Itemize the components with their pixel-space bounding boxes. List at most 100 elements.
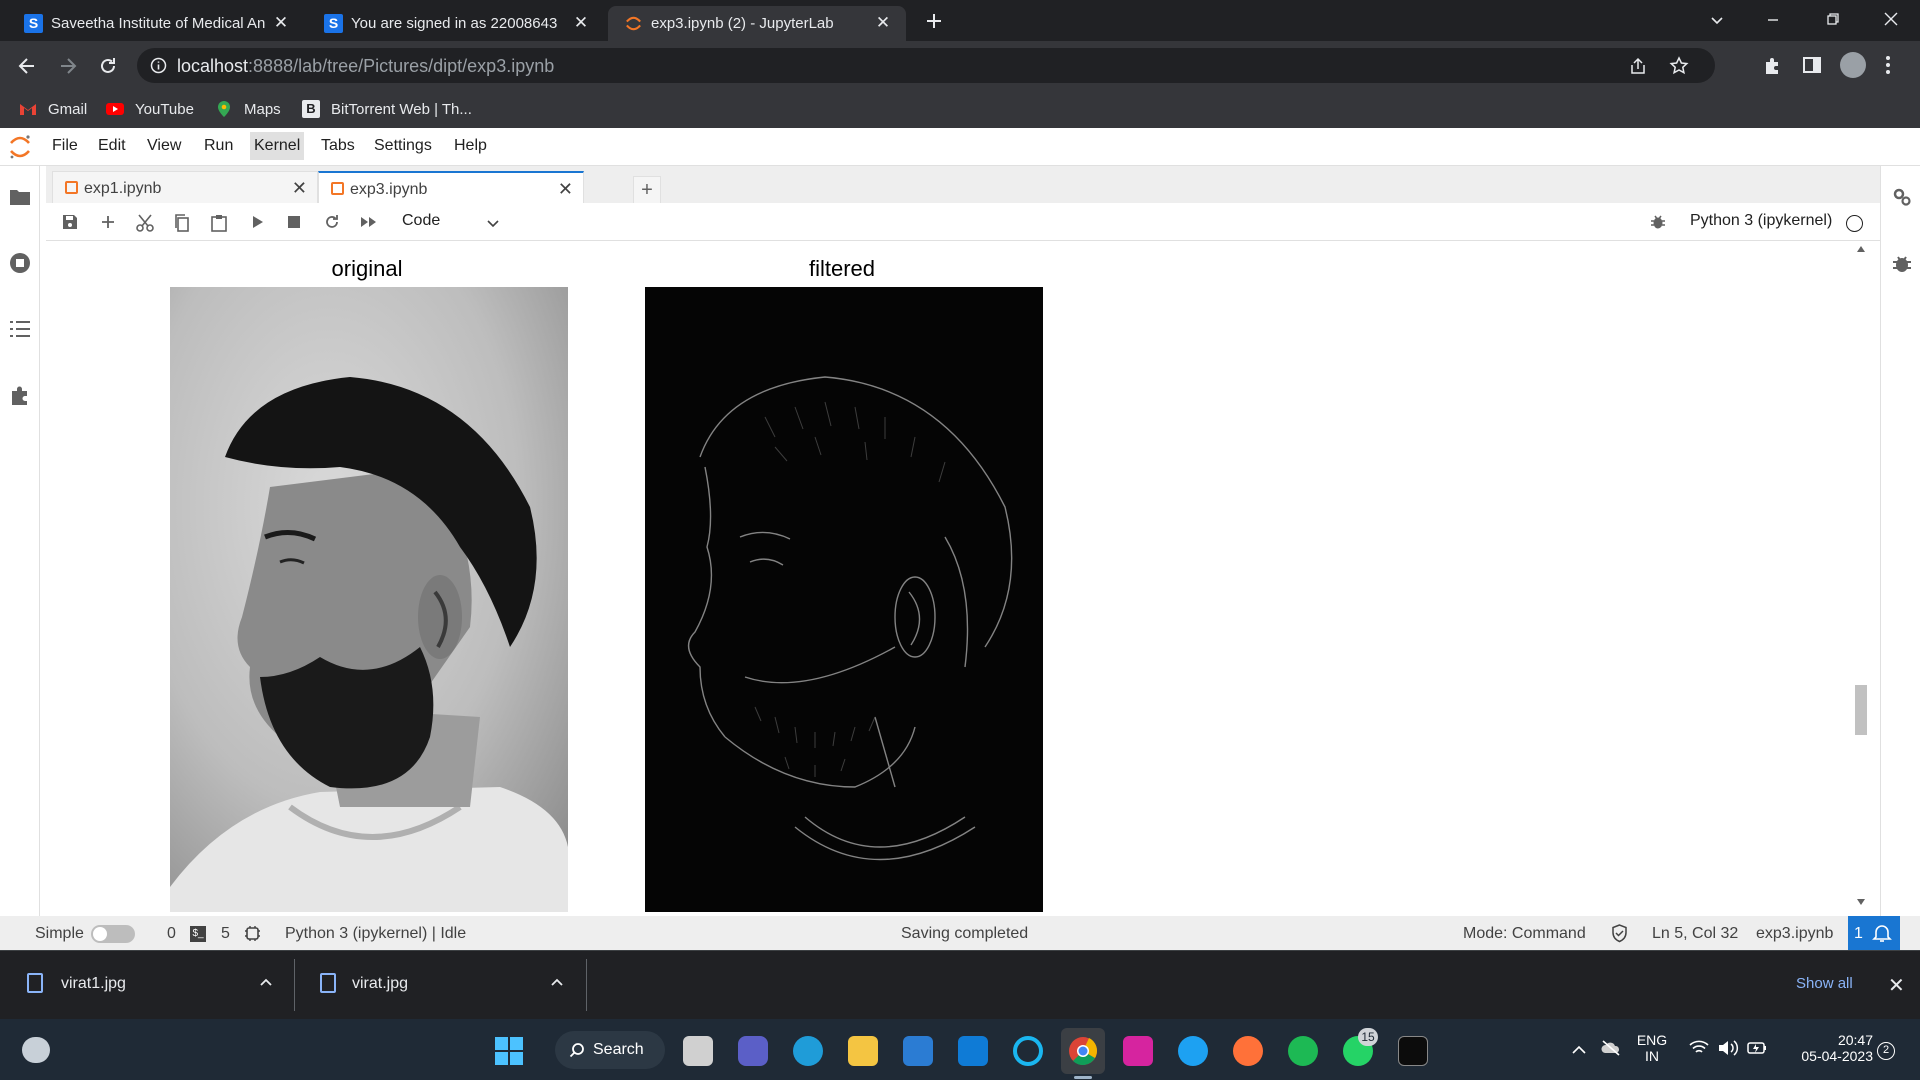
address-bar[interactable]: localhost:8888/lab/tree/Pictures/dipt/ex… xyxy=(137,48,1715,83)
debugger-bug-icon[interactable] xyxy=(1650,214,1666,230)
twitter-icon[interactable] xyxy=(1178,1036,1208,1066)
task-view-icon[interactable] xyxy=(683,1036,713,1066)
myhp-icon[interactable] xyxy=(958,1036,988,1066)
weather-icon[interactable] xyxy=(22,1037,50,1063)
notification-center-badge[interactable]: 2 xyxy=(1877,1042,1895,1060)
insert-cell-icon[interactable] xyxy=(100,214,116,230)
close-icon[interactable]: ✕ xyxy=(558,179,573,200)
side-panel-icon[interactable] xyxy=(1801,54,1823,76)
terminal-icon[interactable]: $_ xyxy=(190,926,206,942)
table-of-contents-icon[interactable] xyxy=(9,319,31,339)
menu-help[interactable]: Help xyxy=(450,137,491,155)
run-icon[interactable] xyxy=(251,214,265,230)
cut-icon[interactable] xyxy=(136,214,154,232)
restart-run-all-icon[interactable] xyxy=(360,216,378,228)
folder-icon[interactable] xyxy=(9,187,31,207)
clock[interactable]: 20:47 05-04-2023 xyxy=(1783,1032,1873,1064)
mail-icon[interactable] xyxy=(903,1036,933,1066)
notebook-panel[interactable]: original filtered xyxy=(46,241,1860,912)
download-item-virat[interactable]: virat.jpg xyxy=(295,951,585,1019)
close-tab-icon[interactable]: ✕ xyxy=(874,14,892,32)
menu-view[interactable]: View xyxy=(143,137,185,155)
menu-kernel[interactable]: Kernel xyxy=(250,132,305,160)
menu-settings[interactable]: Settings xyxy=(370,137,436,155)
restore-icon[interactable] xyxy=(1825,11,1841,27)
teams-chat-icon[interactable] xyxy=(738,1036,768,1066)
back-arrow-icon[interactable] xyxy=(16,55,38,77)
url-text[interactable]: localhost:8888/lab/tree/Pictures/dipt/ex… xyxy=(177,56,554,77)
scroll-thumb[interactable] xyxy=(1855,685,1867,735)
wifi-icon[interactable] xyxy=(1689,1040,1709,1056)
volume-icon[interactable] xyxy=(1717,1039,1739,1057)
show-all-downloads-button[interactable]: Show all xyxy=(1796,975,1853,992)
tab-exp1[interactable]: exp1.ipynb ✕ xyxy=(52,171,318,203)
chevron-up-icon[interactable] xyxy=(259,975,273,989)
menu-edit[interactable]: Edit xyxy=(94,137,130,155)
notifications-button[interactable]: 1 xyxy=(1848,916,1900,950)
save-icon[interactable] xyxy=(62,214,78,230)
more-menu-icon[interactable] xyxy=(1884,54,1892,76)
file-explorer-icon[interactable] xyxy=(848,1036,878,1066)
chevron-down-icon[interactable] xyxy=(1709,12,1725,28)
close-tab-icon[interactable]: ✕ xyxy=(572,14,590,32)
new-launcher-button[interactable]: + xyxy=(633,176,661,204)
chevron-up-icon[interactable] xyxy=(550,975,564,989)
chevron-down-icon[interactable] xyxy=(486,216,500,230)
share-icon[interactable] xyxy=(1628,56,1648,76)
taskbar-search[interactable]: Search xyxy=(555,1031,665,1069)
bookmark-maps[interactable]: Maps xyxy=(215,98,281,120)
minimize-icon[interactable] xyxy=(1765,12,1781,28)
terminal-count[interactable]: 0 xyxy=(167,925,176,943)
tab-exp3[interactable]: exp3.ipynb ✕ xyxy=(318,171,584,203)
firefox-icon[interactable] xyxy=(1233,1036,1263,1066)
bookmark-star-icon[interactable] xyxy=(1669,56,1689,76)
paste-icon[interactable] xyxy=(211,214,227,232)
bookmark-youtube[interactable]: YouTube xyxy=(106,98,194,120)
scroll-up-arrow-icon[interactable] xyxy=(1857,246,1865,252)
edge-browser-icon[interactable] xyxy=(793,1036,823,1066)
debugger-bug-icon[interactable] xyxy=(1892,253,1912,275)
windows-start-icon[interactable] xyxy=(494,1036,524,1066)
scroll-down-arrow-icon[interactable] xyxy=(1857,899,1865,905)
battery-charging-icon[interactable] xyxy=(1746,1039,1768,1057)
profile-avatar[interactable] xyxy=(1840,52,1866,78)
trusted-shield-icon[interactable] xyxy=(1611,924,1628,943)
close-window-icon[interactable] xyxy=(1883,11,1899,27)
restart-icon[interactable] xyxy=(324,214,340,230)
property-inspector-gears-icon[interactable] xyxy=(1891,186,1913,208)
chrome-icon[interactable] xyxy=(1068,1036,1098,1066)
close-icon[interactable]: ✕ xyxy=(292,178,307,199)
copy-icon[interactable] xyxy=(174,214,190,232)
menu-tabs[interactable]: Tabs xyxy=(317,137,359,155)
menu-file[interactable]: File xyxy=(48,137,82,155)
show-hidden-icons-chevron-icon[interactable] xyxy=(1571,1043,1587,1055)
site-info-icon[interactable] xyxy=(150,57,167,74)
running-stop-icon[interactable] xyxy=(9,252,31,274)
simple-mode-toggle[interactable] xyxy=(91,925,135,943)
new-tab-icon[interactable] xyxy=(924,11,944,31)
terminal-app-icon[interactable] xyxy=(1398,1036,1428,1066)
menu-run[interactable]: Run xyxy=(200,137,237,155)
browser-tab-saveetha[interactable]: S Saveetha Institute of Medical An ✕ xyxy=(8,6,304,41)
language-indicator[interactable]: ENG IN xyxy=(1632,1032,1672,1064)
cursor-position[interactable]: Ln 5, Col 32 xyxy=(1652,925,1738,943)
reload-icon[interactable] xyxy=(97,55,119,77)
browser-tab-jupyterlab[interactable]: exp3.ipynb (2) - JupyterLab ✕ xyxy=(608,6,906,41)
download-item-virat1[interactable]: virat1.jpg xyxy=(0,951,294,1019)
instagram-icon[interactable] xyxy=(1123,1036,1153,1066)
close-shelf-icon[interactable]: ✕ xyxy=(1888,973,1905,998)
interrupt-stop-icon[interactable] xyxy=(288,216,300,228)
notebook-scrollbar[interactable] xyxy=(1853,241,1869,912)
onedrive-offline-icon[interactable] xyxy=(1601,1039,1621,1057)
extension-manager-icon[interactable] xyxy=(9,384,31,406)
forward-arrow-icon[interactable] xyxy=(57,55,79,77)
extensions-icon[interactable] xyxy=(1761,54,1783,76)
cortana-icon[interactable] xyxy=(1013,1036,1043,1066)
close-tab-icon[interactable]: ✕ xyxy=(272,14,290,32)
kernel-count[interactable]: 5 xyxy=(221,925,230,943)
browser-tab-signed-in[interactable]: S You are signed in as 22008643 ✕ xyxy=(308,6,604,41)
kernel-status-text[interactable]: Python 3 (ipykernel) | Idle xyxy=(285,925,466,943)
spotify-icon[interactable] xyxy=(1288,1036,1318,1066)
mode-indicator[interactable]: Mode: Command xyxy=(1463,925,1586,943)
bookmark-bittorrent[interactable]: B BitTorrent Web | Th... xyxy=(302,98,472,120)
